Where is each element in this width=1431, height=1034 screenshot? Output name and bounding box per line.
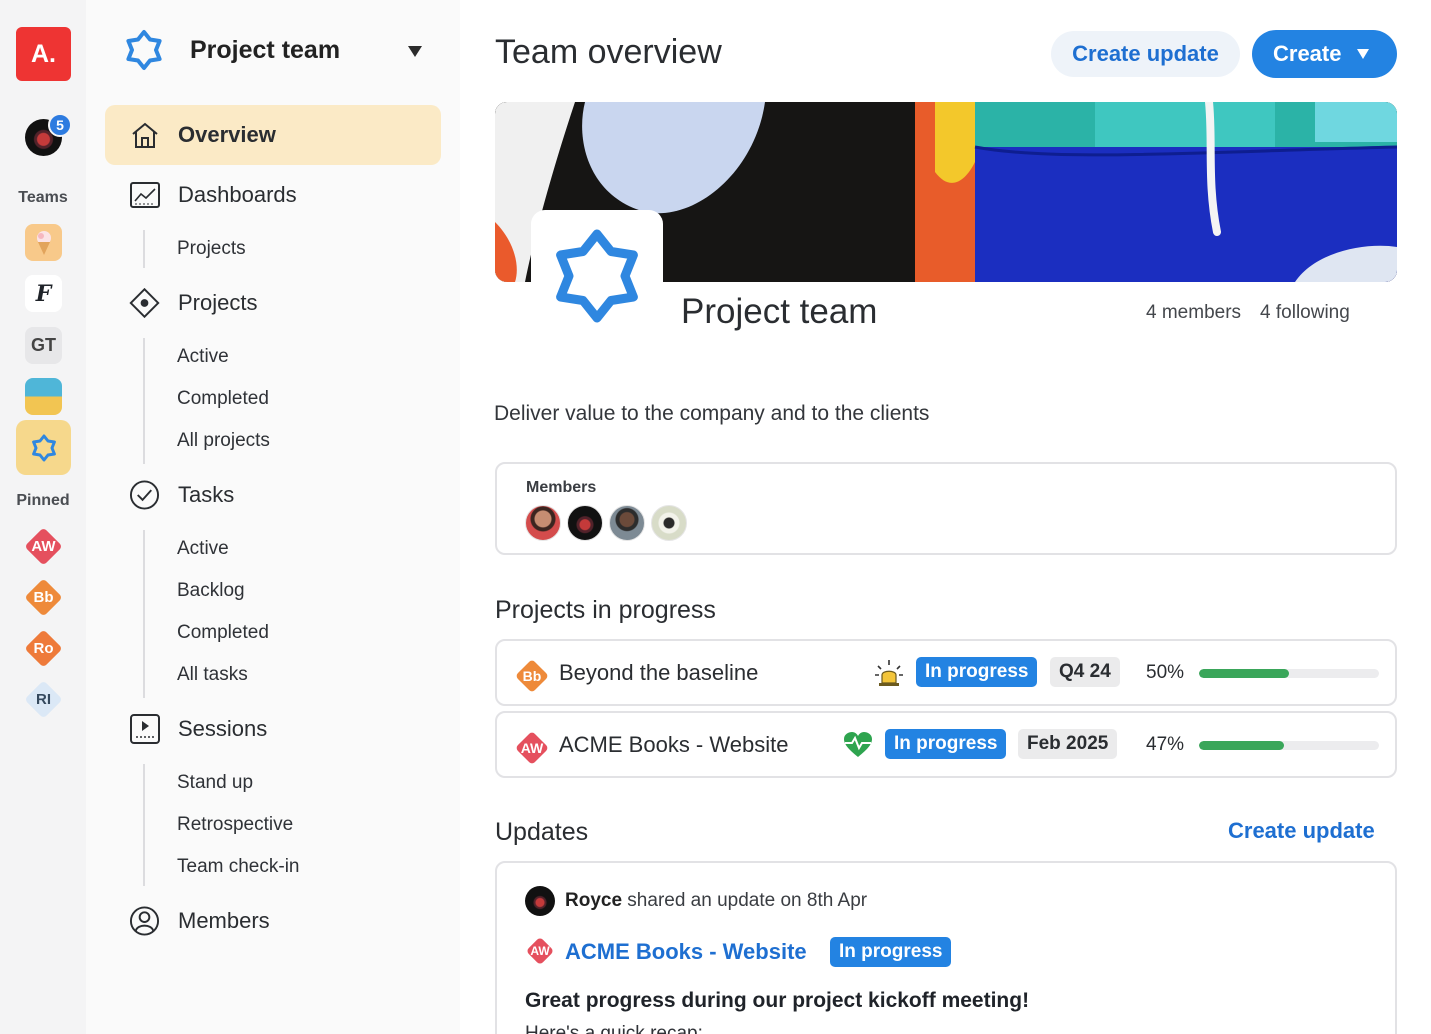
nav-sessions-retro[interactable]: Retrospective [177,814,293,836]
member-avatar[interactable] [567,505,603,541]
nav-dashboards-projects[interactable]: Projects [177,238,246,260]
progress-fill [1199,669,1289,678]
chevron-down-icon[interactable] [408,46,422,57]
member-avatar[interactable] [651,505,687,541]
progress-bar [1199,669,1379,678]
status-badge: In progress [830,937,952,967]
teams-label: Teams [18,189,68,206]
heartbeat-icon [844,732,872,757]
updates-section-title: Updates [495,818,589,846]
date-badge: Feb 2025 [1018,729,1118,759]
pinned-ri[interactable]: RI [24,680,63,719]
sessions-icon [129,714,160,745]
nav-dashboards[interactable]: Dashboards [105,165,441,225]
pinned-aw[interactable]: AW [24,527,63,566]
app-rail: A. 5 Teams F GT Pinned AW Bb Ro RI [0,0,86,1034]
diamond-target-icon [129,287,160,319]
user-circle-icon [129,906,160,937]
update-author[interactable]: Royce [565,890,622,911]
subnav-line [143,230,145,268]
page-title: Team overview [495,33,722,71]
subnav-line [143,530,145,698]
project-badge: Bb [514,658,550,694]
member-avatar[interactable] [525,505,561,541]
subnav-line [143,338,145,464]
progress-fill [1199,741,1284,750]
star-team-icon [31,434,56,461]
update-project-link[interactable]: ACME Books - Website [565,939,807,965]
pinned-ro[interactable]: Ro [24,629,63,668]
create-button[interactable]: Create [1252,30,1397,78]
project-name[interactable]: ACME Books - Website [559,732,788,758]
team-ice-cream-icon[interactable] [25,224,62,261]
nav-tasks-active[interactable]: Active [177,538,229,560]
team-gt-icon[interactable]: GT [25,327,62,364]
create-update-link[interactable]: Create update [1228,818,1375,844]
team-stats: 4 members 4 following [1146,302,1350,324]
chevron-down-icon [1357,49,1370,59]
nav-members[interactable]: Members [105,891,441,951]
members-card-label: Members [526,479,597,496]
nav-sessions-checkin[interactable]: Team check-in [177,856,300,878]
status-badge: In progress [916,657,1038,687]
update-meta: Royce shared an update on 8th Apr [565,890,868,911]
notification-badge: 5 [48,113,72,137]
following-count[interactable]: 4 following [1260,302,1350,324]
team-description: Deliver value to the company and to the … [494,402,930,425]
update-card[interactable]: Royce shared an update on 8th Apr AW ACM… [495,861,1397,1034]
project-badge: AW [514,730,550,766]
create-update-button[interactable]: Create update [1051,31,1240,77]
nav-tasks-backlog[interactable]: Backlog [177,580,245,602]
projects-section-title: Projects in progress [495,596,716,624]
progress-percent: 50% [1146,662,1185,683]
team-star-icon-selected[interactable] [16,420,71,475]
update-author-avatar[interactable] [525,886,555,916]
app-logo[interactable]: A. [16,27,71,81]
team-f-icon[interactable]: F [25,275,62,312]
subnav-line [143,764,145,886]
siren-icon [875,660,903,686]
team-name: Project team [681,292,878,331]
team-logo [531,210,663,342]
project-badge: AW [524,935,556,967]
nav-tasks-completed[interactable]: Completed [177,622,269,644]
nav-tasks[interactable]: Tasks [105,465,441,525]
project-row[interactable]: Bb Beyond the baseline In progress Q4 24… [495,639,1397,706]
nav-projects[interactable]: Projects [105,273,441,333]
project-row[interactable]: AW ACME Books - Website In progress Feb … [495,711,1397,778]
team-switcher-title: Project team [190,35,341,64]
sidebar: Project team Overview Dashboards Project… [86,0,460,1034]
star-team-icon [556,229,638,323]
main-content: Team overview Create update Create Proje… [460,0,1431,1034]
member-avatar[interactable] [609,505,645,541]
nav-sessions-standup[interactable]: Stand up [177,772,253,794]
nav-sessions[interactable]: Sessions [105,699,441,759]
update-preview: Here's a quick recap: [525,1023,703,1034]
date-badge: Q4 24 [1050,657,1120,687]
dashboard-icon [129,180,160,211]
nav-tasks-all[interactable]: All tasks [177,664,248,686]
nav-projects-completed[interactable]: Completed [177,388,269,410]
pinned-label: Pinned [16,492,70,509]
progress-bar [1199,741,1379,750]
team-switcher[interactable]: Project team [122,28,340,72]
star-team-icon [126,30,162,70]
project-name[interactable]: Beyond the baseline [559,660,758,686]
home-icon [129,120,160,151]
update-headline[interactable]: Great progress during our project kickof… [525,989,1029,1013]
nav-projects-active[interactable]: Active [177,346,229,368]
nav-projects-all[interactable]: All projects [177,430,270,452]
members-card: Members [495,462,1397,555]
pinned-bb[interactable]: Bb [24,578,63,617]
members-count[interactable]: 4 members [1146,302,1241,324]
status-badge: In progress [885,729,1007,759]
nav-overview[interactable]: Overview [105,105,441,165]
check-circle-icon [129,480,160,511]
team-beach-icon[interactable] [25,378,62,415]
progress-percent: 47% [1146,734,1185,755]
